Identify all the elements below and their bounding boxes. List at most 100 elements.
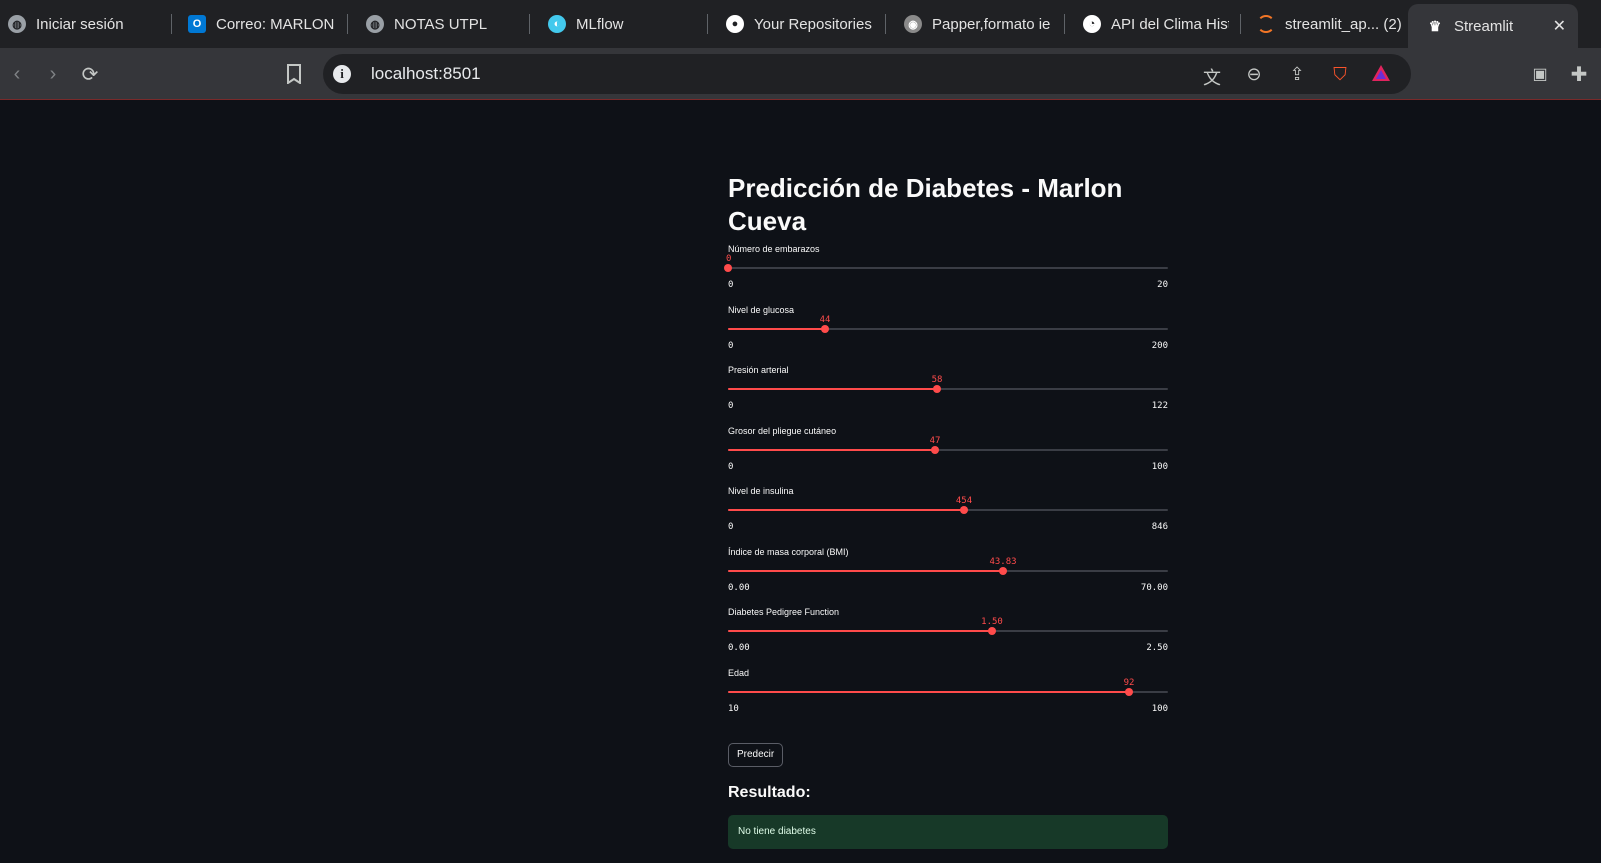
slider-thumb[interactable] <box>821 325 829 333</box>
slider-value: 92 <box>1123 678 1135 688</box>
share-icon[interactable]: ⇪ <box>1286 64 1308 85</box>
slider-max: 20 <box>1157 280 1168 290</box>
slider-thumb[interactable] <box>988 627 996 635</box>
slider-min: 0.00 <box>728 643 750 653</box>
tab-4[interactable]: ● Your Repositories <box>708 0 886 48</box>
slider-fill <box>728 449 935 451</box>
bookmark-icon[interactable] <box>281 61 307 87</box>
slider-label: Diabetes Pedigree Function <box>728 607 840 617</box>
predict-button[interactable]: Predecir <box>728 743 784 767</box>
slider-max: 100 <box>1151 704 1168 714</box>
slider-fill <box>728 509 964 511</box>
slider-max: 100 <box>1151 462 1168 472</box>
browser-toolbar: ‹ › ⟳ i localhost:8501 文 ⊖ ⇪ ⛉ ▣ ✚ <box>0 48 1601 100</box>
slider-track[interactable] <box>728 325 1168 333</box>
page-title: Predicción de Diabetes - Marlon Cueva <box>728 173 1123 236</box>
close-tab-icon[interactable]: ✕ <box>1553 16 1566 36</box>
slider-5[interactable]: Índice de masa corporal (BMI) 43.83 0.00 70… <box>728 547 1168 607</box>
slider-fill <box>728 630 992 632</box>
slider-track[interactable] <box>728 567 1168 575</box>
address-bar[interactable]: i localhost:8501 文 ⊖ ⇪ ⛉ <box>323 54 1411 94</box>
slider-thumb[interactable] <box>960 506 968 514</box>
slider-track[interactable] <box>728 688 1168 696</box>
slider-value: 58 <box>931 375 943 385</box>
slider-min: 0 <box>728 401 734 411</box>
brave-shield-icon[interactable]: ⛉ <box>1329 64 1351 85</box>
brave-rewards-icon[interactable] <box>1370 64 1392 87</box>
slider-7[interactable]: Edad 92 10 100 <box>728 668 1168 728</box>
tab-strip: ◍ Iniciar sesión O Correo: MARLON ◍ NOTA… <box>0 0 1601 48</box>
globe-icon: ◍ <box>366 15 384 33</box>
extensions-icon[interactable]: ✚ <box>1566 61 1592 87</box>
slider-label: Número de embarazos <box>728 244 820 254</box>
slider-track[interactable] <box>728 446 1168 454</box>
slider-track[interactable] <box>728 385 1168 393</box>
slider-value: 1.50 <box>981 617 1003 627</box>
back-icon[interactable]: ‹ <box>4 61 30 87</box>
slider-max: 70.00 <box>1140 583 1168 593</box>
tab-title: Iniciar sesión <box>36 15 124 33</box>
tab-title: streamlit_ap... (2) <box>1285 15 1402 33</box>
tab-6[interactable]: ◔ API del Clima Hist <box>1065 0 1241 48</box>
tab-title: Streamlit <box>1454 17 1514 35</box>
tab-title: Papper,formato ie <box>932 15 1051 33</box>
slider-fill <box>728 328 825 330</box>
slider-0[interactable]: Número de embarazos 0 0 20 <box>724 244 1168 304</box>
slider-2[interactable]: Presión arterial 58 0 122 <box>728 365 1168 425</box>
slider-max: 846 <box>1151 522 1168 532</box>
slider-thumb[interactable] <box>931 446 939 454</box>
slider-track[interactable] <box>724 264 1168 272</box>
translate-icon[interactable]: 文 <box>1201 64 1223 90</box>
slider-thumb[interactable] <box>999 567 1007 575</box>
slider-3[interactable]: Grosor del pliegue cutáneo 47 0 100 <box>728 426 1168 486</box>
zoom-out-icon[interactable]: ⊖ <box>1243 64 1265 85</box>
reload-icon[interactable]: ⟳ <box>77 61 103 87</box>
api-icon: ◔ <box>1083 15 1101 33</box>
outlook-extension-icon[interactable]: ▣ <box>1527 61 1553 87</box>
tab-2[interactable]: ◍ NOTAS UTPL <box>348 0 530 48</box>
mlflow-icon: ◐ <box>548 15 566 33</box>
slider-thumb[interactable] <box>724 264 732 272</box>
tab-0[interactable]: ◍ Iniciar sesión <box>0 0 172 48</box>
slider-label: Edad <box>728 668 750 678</box>
tab-1[interactable]: O Correo: MARLON <box>172 0 348 48</box>
tab-title: NOTAS UTPL <box>394 15 488 33</box>
slider-6[interactable]: Diabetes Pedigree Function 1.50 0.00 2.50 <box>728 607 1168 667</box>
tab-5[interactable]: ◉ Papper,formato ie <box>886 0 1065 48</box>
slider-label: Nivel de insulina <box>728 486 794 496</box>
slider-min: 0 <box>728 341 734 351</box>
forward-icon[interactable]: › <box>40 61 66 87</box>
slider-fill <box>728 570 1003 572</box>
slider-value: 43.83 <box>989 557 1017 567</box>
slider-label: Índice de masa corporal (BMI) <box>728 547 849 557</box>
tab-title: Your Repositories <box>754 15 872 33</box>
slider-1[interactable]: Nivel de glucosa 44 0 200 <box>728 305 1168 365</box>
slider-max: 200 <box>1151 341 1168 351</box>
slider-max: 2.50 <box>1146 643 1168 653</box>
slider-value: 0 <box>726 254 732 264</box>
slider-min: 0 <box>728 462 734 472</box>
tab-title: MLflow <box>576 15 624 33</box>
slider-label: Grosor del pliegue cutáneo <box>728 426 837 436</box>
globe-icon: ◍ <box>8 15 26 33</box>
site-info-icon[interactable]: i <box>333 65 351 83</box>
slider-thumb[interactable] <box>1125 688 1133 696</box>
slider-track[interactable] <box>728 627 1168 635</box>
result-alert: No tiene diabetes <box>728 815 1168 849</box>
slider-max: 122 <box>1151 401 1168 411</box>
slider-thumb[interactable] <box>933 385 941 393</box>
slider-min: 10 <box>728 704 739 714</box>
streamlit-icon: ♛ <box>1428 17 1442 34</box>
tab-8-active[interactable]: ♛ Streamlit ✕ <box>1408 4 1578 48</box>
slider-label: Presión arterial <box>728 365 789 375</box>
slider-value: 44 <box>819 315 831 325</box>
app-main: Predicción de Diabetes - Marlon Cueva Nú… <box>0 101 1601 863</box>
tab-3[interactable]: ◐ MLflow <box>530 0 708 48</box>
result-heading: Resultado: <box>728 784 811 801</box>
url-text[interactable]: localhost:8501 <box>371 64 481 84</box>
tab-7[interactable]: streamlit_ap... (2) <box>1241 0 1408 48</box>
github-icon: ● <box>726 15 744 33</box>
slider-track[interactable] <box>728 506 1168 514</box>
slider-value: 47 <box>929 436 941 446</box>
slider-4[interactable]: Nivel de insulina 454 0 846 <box>728 486 1168 546</box>
